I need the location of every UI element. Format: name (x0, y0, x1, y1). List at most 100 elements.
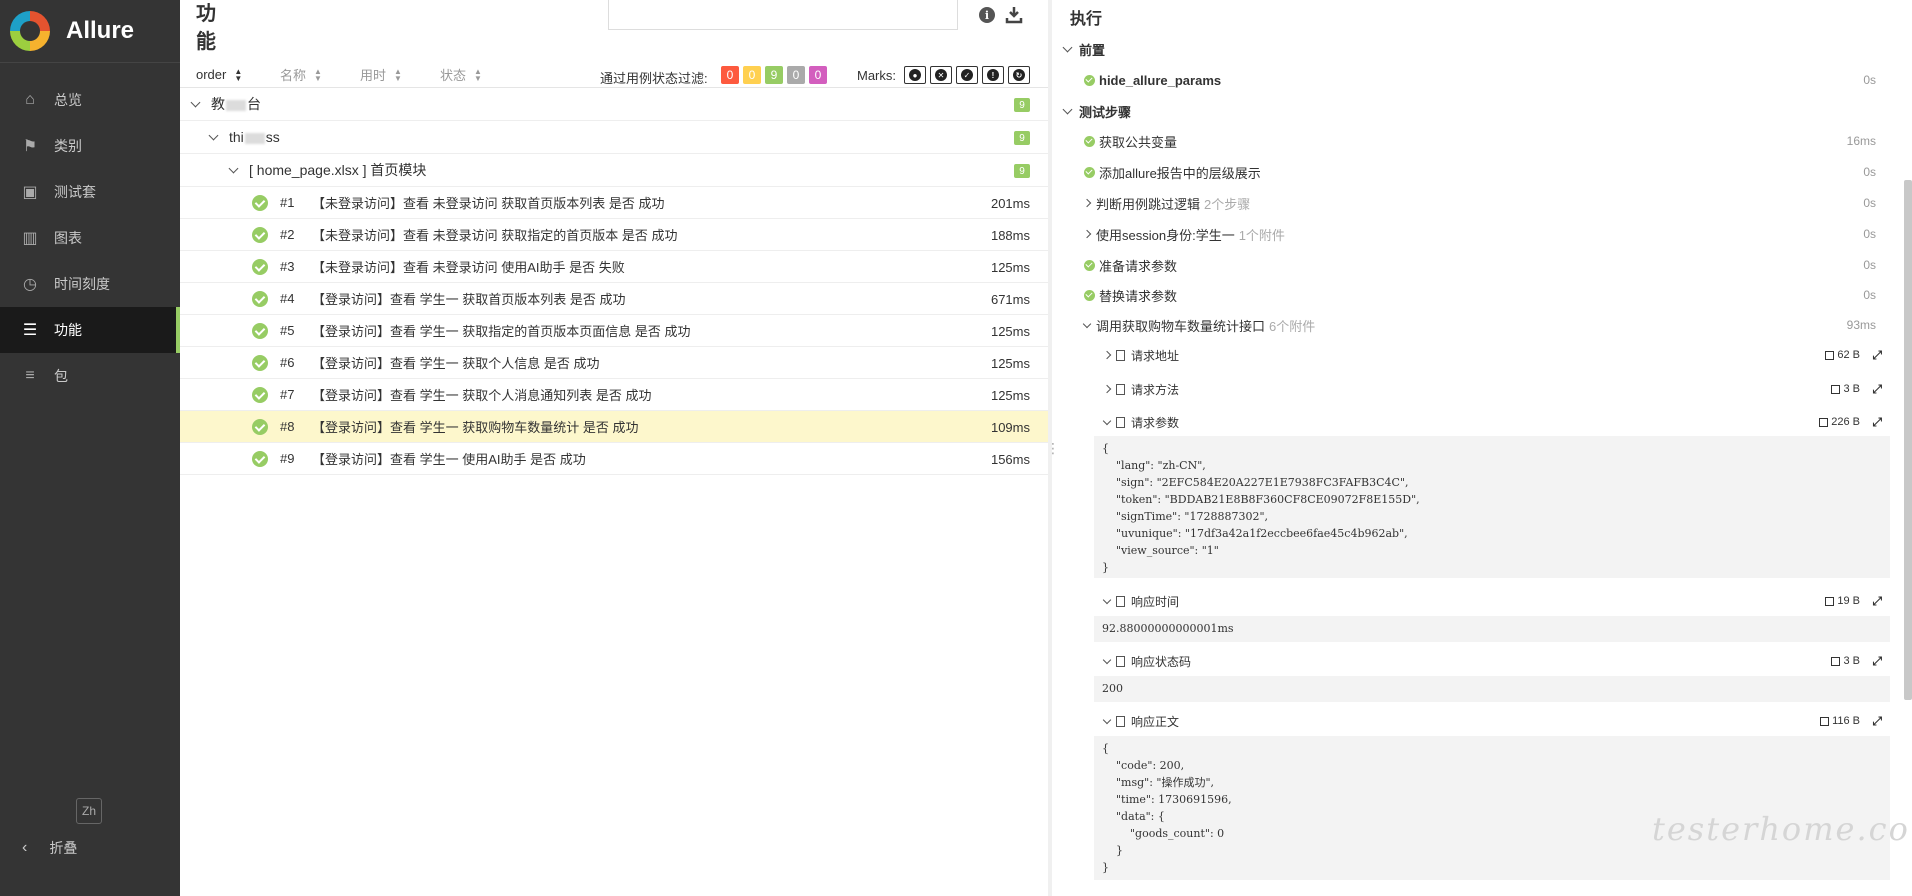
filter-unknown[interactable]: 0 (809, 66, 827, 84)
passed-icon (252, 322, 268, 339)
sidebar-item-behaviors[interactable]: ☰ 功能 (0, 307, 180, 353)
filter-failed[interactable]: 0 (721, 66, 739, 84)
step-duration: 0s (1863, 73, 1876, 87)
passed-icon (252, 418, 268, 435)
step-row[interactable]: 获取公共变量 16ms (1084, 130, 1890, 152)
expand-icon[interactable]: ⤢ (1872, 654, 1882, 669)
sort-order-label: order (196, 67, 227, 82)
sort-name[interactable]: 名称 ▲ ▼ (280, 65, 322, 84)
test-number: #5 (280, 323, 295, 338)
sort-status[interactable]: 状态 ▲ ▼ (440, 65, 482, 84)
step-row[interactable]: 调用获取购物车数量统计接口 6个附件 93ms (1082, 314, 1890, 336)
attachment-row[interactable]: 请求方法 3 B ⤢ (1102, 378, 1890, 400)
tree-group-epic[interactable]: 教台 9 (180, 88, 1048, 121)
test-name: 【未登录访问】查看 未登录访问 获取指定的首页版本 是否 成功 (312, 228, 678, 243)
file-icon (1116, 383, 1125, 395)
test-row[interactable]: #6 【登录访问】查看 学生一 获取个人信息 是否 成功 125ms (180, 347, 1048, 379)
chevron-down-icon (228, 163, 239, 173)
attachment-size: 3 B (1831, 383, 1860, 395)
step-row[interactable]: 替换请求参数 0s (1084, 284, 1890, 306)
expand-icon[interactable]: ⤢ (1872, 382, 1882, 397)
sort-duration[interactable]: 用时 ▲ ▼ (360, 65, 402, 84)
sidebar-item-packages[interactable]: ≡ 包 (0, 353, 180, 399)
tree-group-story[interactable]: [ home_page.xlsx ] 首页模块 9 (180, 154, 1048, 187)
steps-section-toggle[interactable]: 测试步骤 (1062, 102, 1131, 121)
chevron-down-icon (1102, 715, 1112, 724)
tree-group-feature[interactable]: thi ss 9 (180, 121, 1048, 154)
sidebar-item-overview[interactable]: ⌂ 总览 (0, 77, 180, 123)
step-duration: 0s (1863, 227, 1876, 241)
step-name: 准备请求参数 (1099, 258, 1178, 274)
mark-retries[interactable]: ↻ (1008, 66, 1030, 84)
passed-icon (1084, 289, 1095, 301)
brand[interactable]: Allure (0, 0, 180, 63)
save-icon (1825, 596, 1835, 606)
mark-new-broken[interactable]: ! (982, 66, 1004, 84)
passed-icon (252, 194, 268, 211)
test-number: #3 (280, 259, 295, 274)
refresh-icon: ↻ (1013, 69, 1025, 81)
sidebar-item-graphs[interactable]: ▥ 图表 (0, 215, 180, 261)
collapse-button[interactable]: ‹ 折叠 (22, 838, 77, 858)
allure-logo (10, 11, 50, 51)
expand-icon[interactable]: ⤢ (1872, 415, 1882, 430)
sidebar-item-label: 包 (54, 368, 68, 384)
step-row[interactable]: 添加allure报告中的层级展示 0s (1084, 161, 1890, 183)
step-row[interactable]: 使用session身份:学生一 1个附件 0s (1082, 223, 1890, 245)
attachment-row[interactable]: 响应正文 116 B ⤢ (1102, 710, 1890, 732)
test-row[interactable]: #2 【未登录访问】查看 未登录访问 获取指定的首页版本 是否 成功 188ms (180, 219, 1048, 251)
sort-order[interactable]: order ▲ ▼ (196, 67, 242, 82)
test-name: 【未登录访问】查看 未登录访问 使用AI助手 是否 失败 (312, 260, 625, 275)
count-badge: 9 (1014, 131, 1030, 145)
attachment-row[interactable]: 请求参数 226 B ⤢ (1102, 411, 1890, 433)
step-name: hide_allure_params (1099, 72, 1222, 88)
mark-new-passed[interactable]: ✓ (956, 66, 978, 84)
setup-step[interactable]: hide_allure_params 0s (1084, 69, 1890, 91)
sidebar-item-timeline[interactable]: ◷ 时间刻度 (0, 261, 180, 307)
group-label: 教台 (211, 96, 261, 112)
test-row[interactable]: #7 【登录访问】查看 学生一 获取个人消息通知列表 是否 成功 125ms (180, 379, 1048, 411)
mark-new-failed[interactable]: ✕ (930, 66, 952, 84)
response-time-content: 92.88000000000001ms (1094, 616, 1890, 642)
align-left-icon: ≡ (25, 367, 35, 384)
test-number: #7 (280, 387, 295, 402)
language-button[interactable]: Zh (76, 798, 102, 824)
step-row[interactable]: 判断用例跳过逻辑 2个步骤 0s (1082, 192, 1890, 214)
test-row[interactable]: #5 【登录访问】查看 学生一 获取指定的首页版本页面信息 是否 成功 125ms (180, 315, 1048, 347)
test-duration: 109ms (990, 420, 1030, 435)
attachment-row[interactable]: 请求地址 62 B ⤢ (1102, 344, 1890, 366)
expand-icon[interactable]: ⤢ (1872, 594, 1882, 609)
attachment-name: 请求方法 (1131, 382, 1180, 397)
sort-icon: ▲ ▼ (314, 66, 322, 83)
brand-name: Allure (66, 17, 135, 44)
sidebar-item-categories[interactable]: ⚑ 类别 (0, 123, 180, 169)
info-icon[interactable]: i (976, 4, 998, 26)
attachment-row[interactable]: 响应时间 19 B ⤢ (1102, 590, 1890, 612)
test-name: 【未登录访问】查看 未登录访问 获取首页版本列表 是否 成功 (312, 196, 665, 211)
expand-icon[interactable]: ⤢ (1872, 714, 1882, 729)
test-row[interactable]: #3 【未登录访问】查看 未登录访问 使用AI助手 是否 失败 125ms (180, 251, 1048, 283)
passed-icon (252, 258, 268, 275)
expand-icon[interactable]: ⤢ (1872, 348, 1882, 363)
search-input[interactable] (608, 0, 958, 30)
download-icon[interactable] (1003, 4, 1025, 26)
test-row[interactable]: #4 【登录访问】查看 学生一 获取首页版本列表 是否 成功 671ms (180, 283, 1048, 315)
test-duration: 125ms (990, 388, 1030, 403)
mark-flaky[interactable]: ● (904, 66, 926, 84)
passed-icon (252, 450, 268, 467)
filter-skipped[interactable]: 0 (787, 66, 805, 84)
chevron-down-icon (1102, 655, 1112, 664)
filter-passed[interactable]: 9 (765, 66, 783, 84)
step-row[interactable]: 准备请求参数 0s (1084, 254, 1890, 276)
setup-section-toggle[interactable]: 前置 (1062, 40, 1105, 59)
attachment-row[interactable]: 响应状态码 3 B ⤢ (1102, 650, 1890, 672)
test-row[interactable]: #8 【登录访问】查看 学生一 获取购物车数量统计 是否 成功 109ms (180, 411, 1048, 443)
filter-broken[interactable]: 0 (743, 66, 761, 84)
chevron-down-icon (1082, 319, 1092, 328)
scrollbar[interactable] (1904, 180, 1912, 700)
chevron-right-icon (1102, 350, 1112, 360)
test-row[interactable]: #1 【未登录访问】查看 未登录访问 获取首页版本列表 是否 成功 201ms (180, 187, 1048, 219)
test-row[interactable]: #9 【登录访问】查看 学生一 使用AI助手 是否 成功 156ms (180, 443, 1048, 475)
sidebar-item-suites[interactable]: ▣ 测试套 (0, 169, 180, 215)
test-duration: 156ms (990, 452, 1030, 467)
